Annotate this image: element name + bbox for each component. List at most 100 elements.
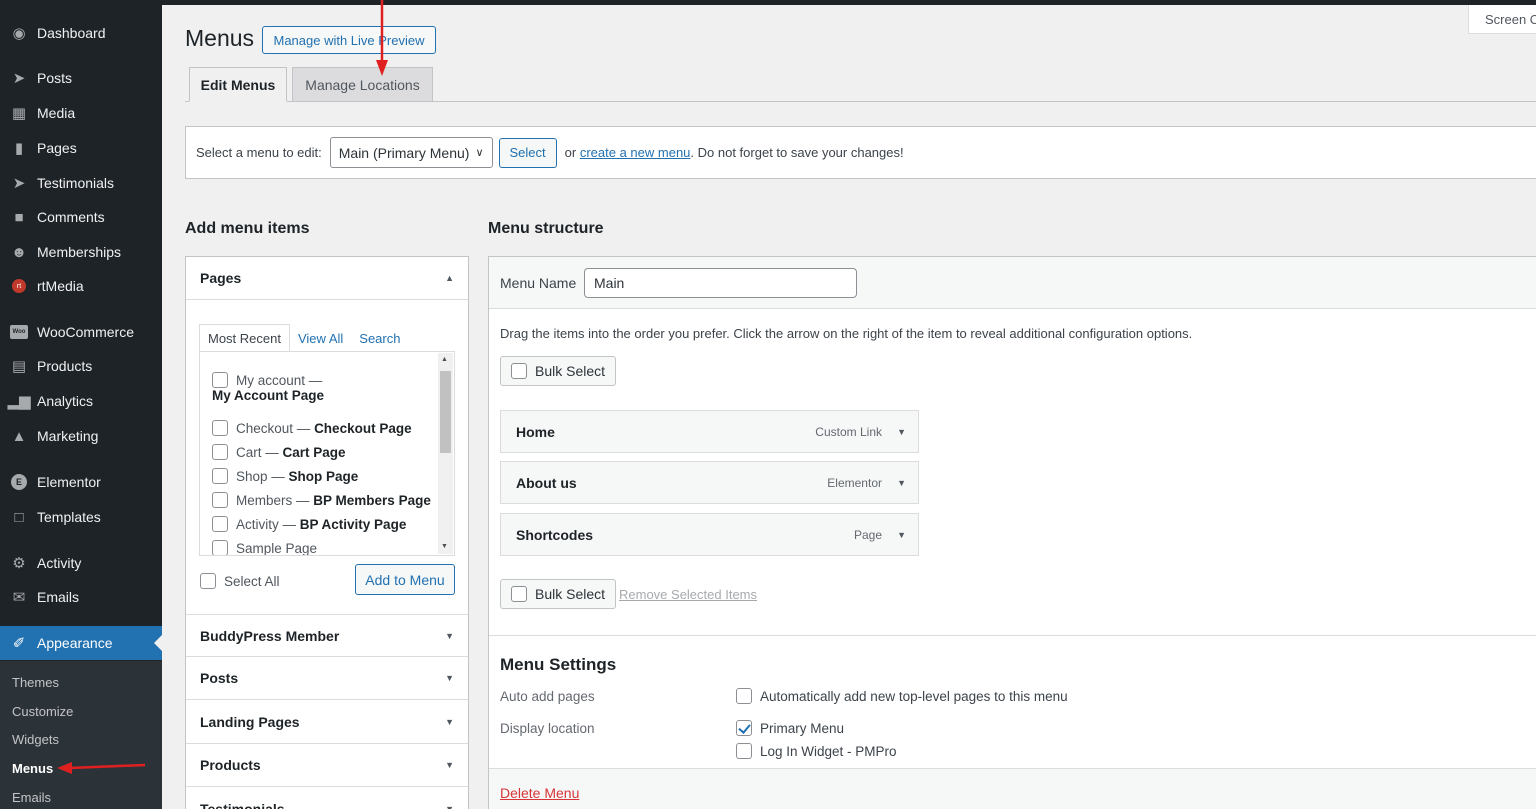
expand-arrow-icon[interactable]: ▼ bbox=[897, 427, 906, 437]
sidebar-item-emails[interactable]: ✉ Emails bbox=[0, 580, 162, 614]
sidebar-item-memberships[interactable]: ☻ Memberships bbox=[0, 235, 162, 269]
list-item[interactable]: Cart — Cart Page bbox=[212, 444, 346, 460]
sidebar-item-media[interactable]: ▦ Media bbox=[0, 96, 162, 130]
list-item[interactable]: Activity — BP Activity Page bbox=[212, 516, 406, 532]
checkbox bbox=[511, 363, 527, 379]
sidebar-item-testimonials[interactable]: ➤ Testimonials bbox=[0, 166, 162, 200]
groups-icon: ☻ bbox=[11, 243, 27, 261]
add-to-menu-button[interactable]: Add to Menu bbox=[355, 564, 455, 595]
menu-item-home[interactable]: Home Custom Link ▼ bbox=[500, 410, 919, 453]
checkbox[interactable] bbox=[212, 420, 228, 436]
submenu-menus[interactable]: Menus bbox=[12, 761, 53, 776]
tab-most-recent[interactable]: Most Recent bbox=[199, 324, 290, 352]
section-posts[interactable]: Posts ▼ bbox=[186, 657, 468, 700]
auto-add-label: Auto add pages bbox=[500, 689, 595, 704]
section-landing-pages[interactable]: Landing Pages ▼ bbox=[186, 701, 468, 744]
pages-icon: ▮ bbox=[14, 140, 24, 157]
select-button[interactable]: Select bbox=[498, 137, 557, 168]
sidebar-item-marketing[interactable]: ▲ Marketing bbox=[0, 419, 162, 453]
sidebar-item-products[interactable]: ▤ Products bbox=[0, 349, 162, 383]
menu-name-label: Menu Name bbox=[500, 275, 577, 291]
pages-list-panel: My account — My Account Page Checkout — … bbox=[199, 351, 455, 556]
appearance-submenu: Themes Customize Widgets Menus Emails bbox=[0, 661, 162, 809]
expand-arrow-icon[interactable]: ▼ bbox=[897, 478, 906, 488]
divider bbox=[489, 635, 1536, 636]
list-item[interactable]: Shop — Shop Page bbox=[212, 468, 358, 484]
checkbox[interactable] bbox=[736, 743, 752, 759]
sidebar-item-dashboard[interactable]: ◉ Dashboard bbox=[0, 16, 162, 50]
pages-subtabs: Most Recent View All Search bbox=[199, 324, 408, 352]
select-all-checkbox[interactable] bbox=[200, 573, 216, 589]
main-content: Menus Manage with Live Preview Screen Op… bbox=[162, 5, 1536, 809]
section-products[interactable]: Products ▼ bbox=[186, 744, 468, 787]
sidebar-item-pages[interactable]: ▮ Pages bbox=[0, 131, 162, 165]
checkbox[interactable] bbox=[212, 372, 228, 388]
auto-add-checkbox-row[interactable]: Automatically add new top-level pages to… bbox=[736, 688, 1068, 704]
pages-scrollbar[interactable]: ▲ ▼ bbox=[438, 353, 453, 554]
location-primary-menu[interactable]: Primary Menu bbox=[736, 720, 844, 736]
checkbox[interactable] bbox=[736, 688, 752, 704]
sidebar-item-appearance[interactable]: ✐ Appearance bbox=[0, 626, 162, 660]
submenu-emails[interactable]: Emails bbox=[12, 790, 51, 805]
tab-manage-locations[interactable]: Manage Locations bbox=[292, 67, 433, 102]
list-item[interactable]: Sample Page bbox=[212, 540, 317, 555]
display-location-label: Display location bbox=[500, 721, 595, 736]
sidebar-item-comments[interactable]: ■ Comments bbox=[0, 200, 162, 234]
add-menu-items-accordion: Pages ▲ Most Recent View All Search My ac… bbox=[185, 256, 469, 809]
checkbox[interactable] bbox=[212, 444, 228, 460]
submenu-themes[interactable]: Themes bbox=[12, 675, 59, 690]
select-all[interactable]: Select All bbox=[200, 573, 280, 589]
pages-section-header[interactable]: Pages ▲ bbox=[186, 257, 468, 300]
scroll-up-icon[interactable]: ▲ bbox=[441, 356, 448, 363]
folder-icon: □ bbox=[14, 508, 24, 526]
checkbox[interactable] bbox=[212, 540, 228, 555]
list-item[interactable]: Checkout — Checkout Page bbox=[212, 420, 412, 436]
activity-icon: ⚙ bbox=[12, 555, 26, 572]
sidebar-item-elementor[interactable]: E Elementor bbox=[0, 465, 162, 499]
rtmedia-icon: rt bbox=[9, 276, 29, 296]
scroll-thumb[interactable] bbox=[440, 371, 451, 453]
section-testimonials[interactable]: Testimonials ▼ bbox=[186, 787, 468, 809]
menu-name-input[interactable]: Main bbox=[584, 268, 857, 298]
scroll-down-icon[interactable]: ▼ bbox=[441, 543, 448, 550]
menu-item-shortcodes[interactable]: Shortcodes Page ▼ bbox=[500, 513, 919, 556]
sidebar-item-analytics[interactable]: ▂▆ Analytics bbox=[0, 384, 162, 418]
tab-view-all[interactable]: View All bbox=[290, 324, 351, 352]
tab-search[interactable]: Search bbox=[351, 324, 408, 352]
sidebar-item-posts[interactable]: ➤ Posts bbox=[0, 61, 162, 95]
checkbox[interactable] bbox=[212, 492, 228, 508]
chevron-down-icon: ▼ bbox=[445, 803, 454, 809]
create-new-menu-link[interactable]: create a new menu bbox=[580, 145, 691, 160]
section-buddypress-member[interactable]: BuddyPress Member ▼ bbox=[186, 614, 468, 657]
pin-icon: ➤ bbox=[12, 70, 26, 87]
list-item[interactable]: Members — BP Members Page bbox=[212, 492, 431, 508]
chevron-down-icon: ▼ bbox=[445, 717, 454, 727]
checkbox-checked[interactable] bbox=[736, 720, 752, 736]
sidebar-item-woocommerce[interactable]: Woo WooCommerce bbox=[0, 315, 162, 349]
woocommerce-icon: Woo bbox=[9, 322, 29, 342]
bulk-select-button-bottom[interactable]: Bulk Select bbox=[500, 579, 617, 609]
tab-edit-menus[interactable]: Edit Menus bbox=[189, 67, 287, 102]
list-item[interactable]: My account — My Account Page bbox=[212, 372, 422, 403]
menu-footer: Delete Menu bbox=[489, 768, 1536, 809]
checkbox[interactable] bbox=[212, 516, 228, 532]
dashboard-icon: ◉ bbox=[12, 25, 26, 42]
remove-selected-link[interactable]: Remove Selected Items bbox=[619, 587, 757, 602]
menu-item-about-us[interactable]: About us Elementor ▼ bbox=[500, 461, 919, 504]
chevron-down-icon: ▼ bbox=[445, 673, 454, 683]
drag-instructions: Drag the items into the order you prefer… bbox=[500, 326, 1193, 341]
screen-options-button[interactable]: Screen Options bbox=[1468, 5, 1536, 34]
sidebar-item-activity[interactable]: ⚙ Activity bbox=[0, 546, 162, 580]
live-preview-button[interactable]: Manage with Live Preview bbox=[262, 26, 436, 54]
location-login-widget[interactable]: Log In Widget - PMPro bbox=[736, 743, 897, 759]
menu-select-dropdown[interactable]: Main (Primary Menu) ∨ bbox=[329, 137, 493, 168]
sidebar-item-rtmedia[interactable]: rt rtMedia bbox=[0, 269, 162, 303]
submenu-widgets[interactable]: Widgets bbox=[12, 732, 59, 747]
sidebar-item-templates[interactable]: □ Templates bbox=[0, 500, 162, 534]
page-title: Menus bbox=[185, 25, 255, 51]
submenu-customize[interactable]: Customize bbox=[12, 704, 73, 719]
expand-arrow-icon[interactable]: ▼ bbox=[897, 530, 906, 540]
delete-menu-link[interactable]: Delete Menu bbox=[500, 785, 579, 801]
checkbox[interactable] bbox=[212, 468, 228, 484]
bulk-select-button-top[interactable]: Bulk Select bbox=[500, 356, 617, 386]
